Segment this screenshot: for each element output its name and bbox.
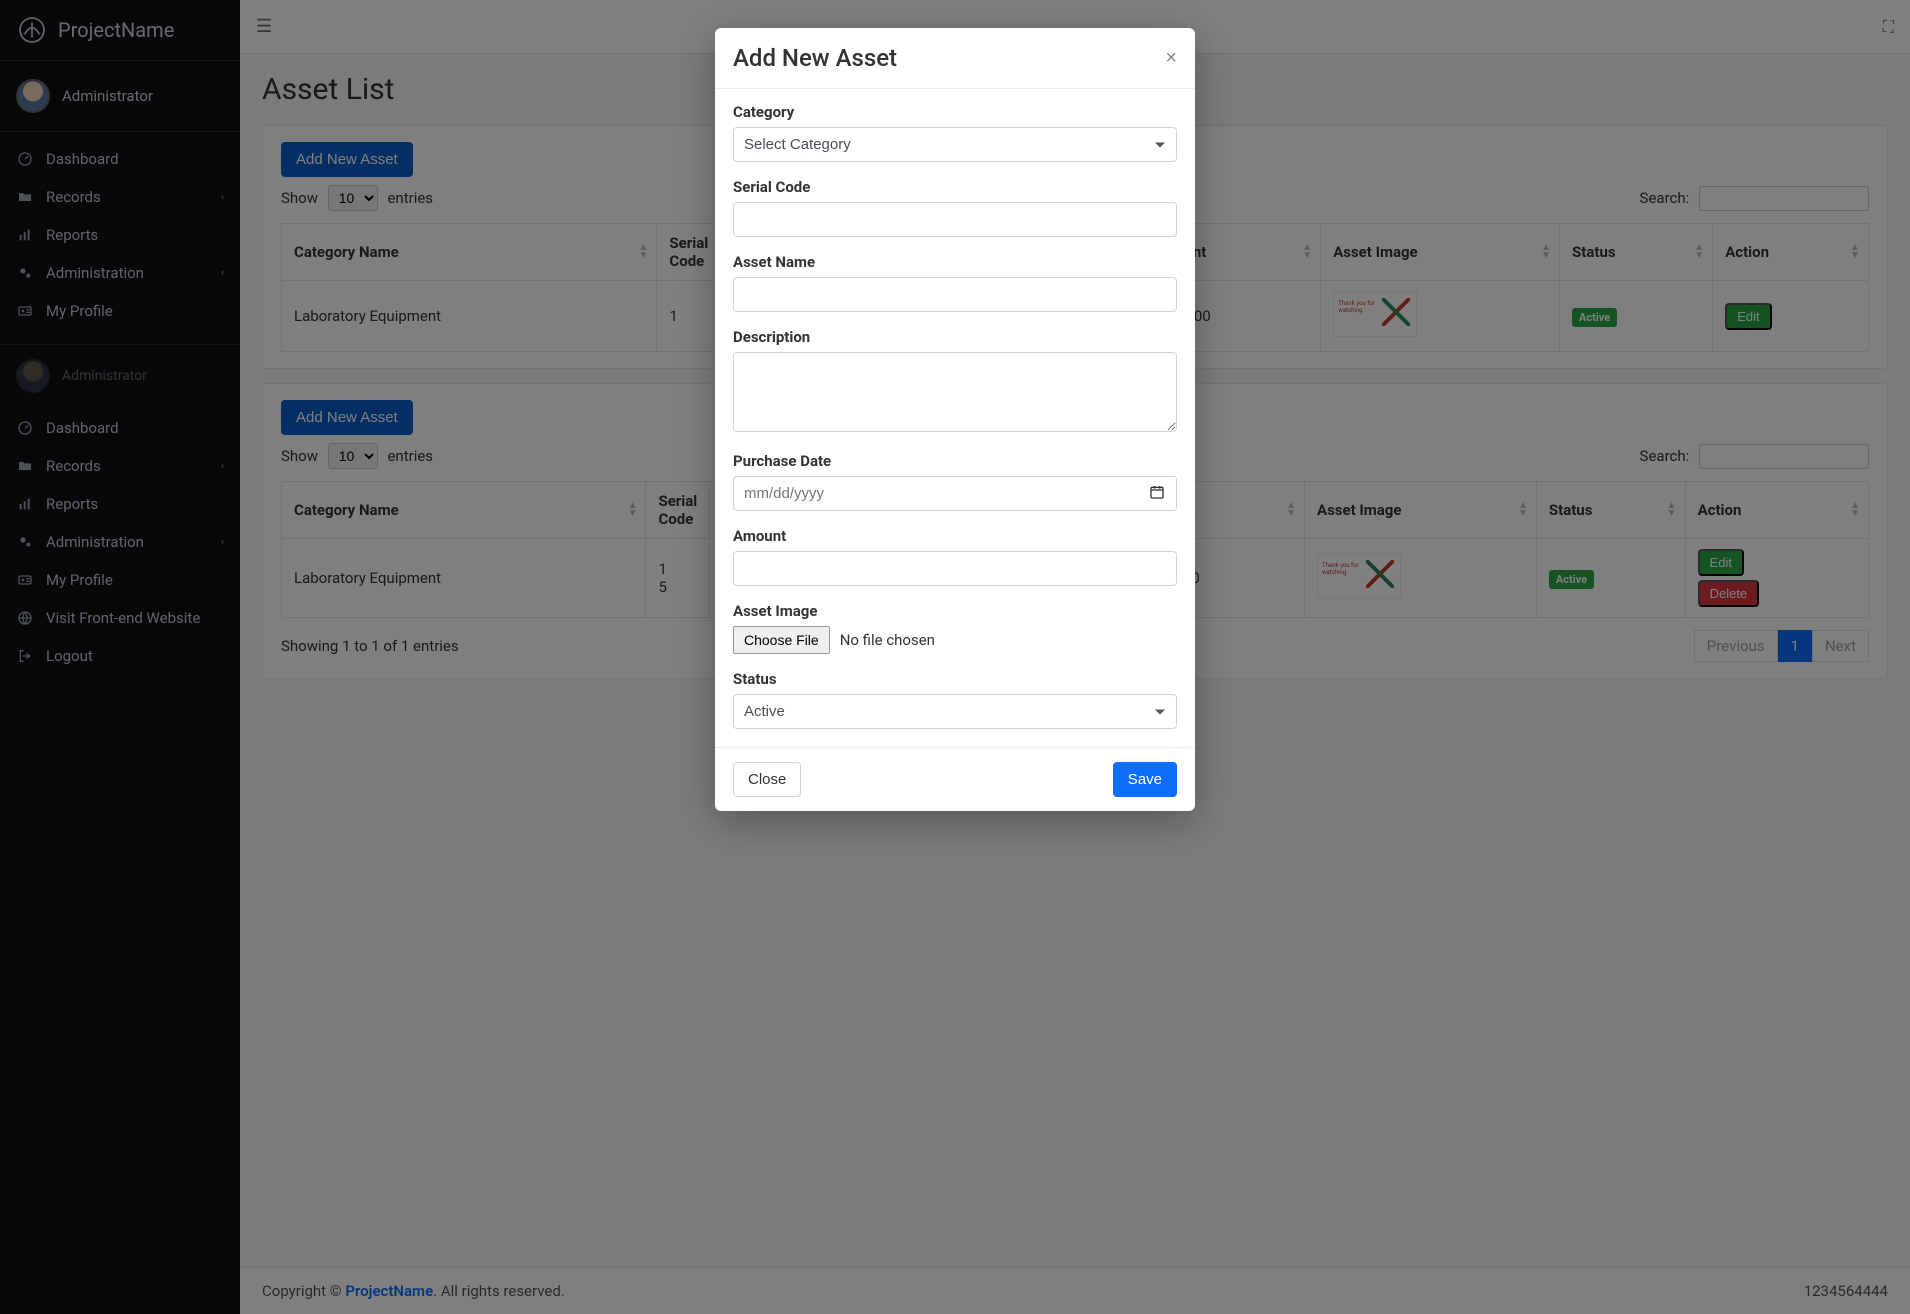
label-serial: Serial Code <box>733 178 1177 196</box>
description-textarea[interactable] <box>733 352 1177 432</box>
label-amount: Amount <box>733 527 1177 545</box>
amount-input[interactable] <box>733 551 1177 586</box>
purchase-date-input[interactable] <box>733 476 1177 511</box>
label-category: Category <box>733 103 1177 121</box>
modal-footer: Close Save <box>715 747 1195 811</box>
label-status: Status <box>733 670 1177 688</box>
status-select[interactable]: Active <box>733 694 1177 729</box>
save-button[interactable]: Save <box>1113 762 1177 797</box>
category-select[interactable]: Select Category <box>733 127 1177 162</box>
asset-name-input[interactable] <box>733 277 1177 312</box>
choose-file-button[interactable]: Choose File <box>733 626 830 654</box>
modal-body: Category Select Category Serial Code Ass… <box>715 89 1195 747</box>
modal-header: Add New Asset × <box>715 28 1195 89</box>
label-purchase-date: Purchase Date <box>733 452 1177 470</box>
close-icon[interactable]: × <box>1165 48 1177 68</box>
label-asset-name: Asset Name <box>733 253 1177 271</box>
label-description: Description <box>733 328 1177 346</box>
modal-title: Add New Asset <box>733 44 897 72</box>
file-status-text: No file chosen <box>840 631 935 649</box>
serial-code-input[interactable] <box>733 202 1177 237</box>
close-button[interactable]: Close <box>733 762 801 797</box>
label-asset-image: Asset Image <box>733 602 1177 620</box>
add-asset-modal: Add New Asset × Category Select Category… <box>715 28 1195 811</box>
